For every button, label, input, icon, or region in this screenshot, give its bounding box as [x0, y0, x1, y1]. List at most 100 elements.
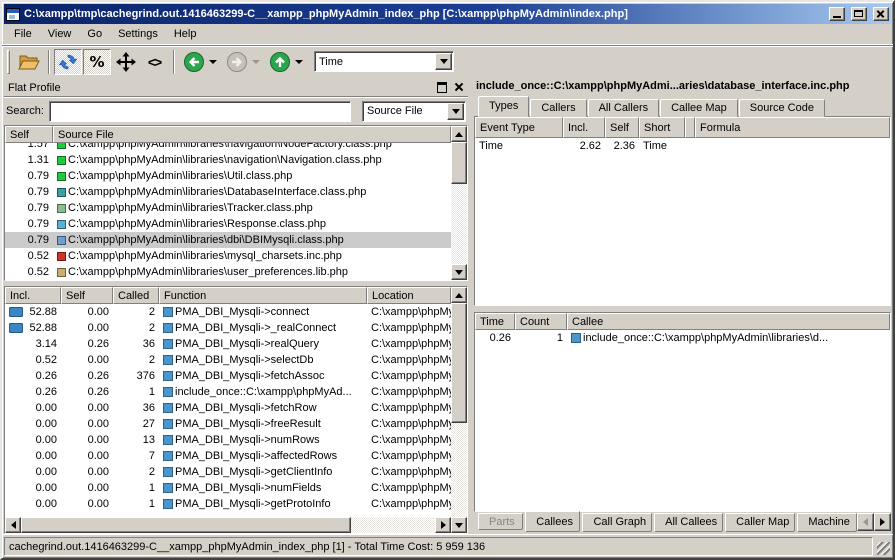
close-button[interactable]	[873, 7, 889, 21]
toolbar-separator	[48, 50, 50, 74]
tab-types[interactable]: Types	[478, 96, 529, 117]
menu-item-help[interactable]: Help	[166, 26, 205, 43]
scrollbar-thumb[interactable]	[451, 303, 467, 423]
table-row[interactable]: 0.000.0013PMA_DBI_Mysqli->numRowsC:\xamp…	[5, 432, 451, 448]
status-message: cachegrind.out.1416463299-C__xampp_phpMy…	[4, 537, 873, 556]
function-table-hscrollbar[interactable]	[5, 517, 451, 533]
table-row[interactable]: 52.880.002PMA_DBI_Mysqli->_realConnectC:…	[5, 320, 451, 336]
tab-callees[interactable]: Callees	[525, 511, 580, 532]
tab-call-graph[interactable]: Call Graph	[582, 513, 652, 532]
table-row[interactable]: 0.52C:\xampp\phpMyAdmin\libraries\user_p…	[5, 264, 451, 280]
menu-item-view[interactable]: View	[40, 26, 80, 43]
column-header[interactable]	[685, 117, 695, 138]
table-row[interactable]: 0.000.0027PMA_DBI_Mysqli->freeResultC:\x…	[5, 416, 451, 432]
back-button[interactable]	[179, 49, 221, 75]
column-header[interactable]: Event Type	[475, 117, 563, 138]
combobox-arrow-button[interactable]	[447, 103, 464, 120]
combobox-arrow-button[interactable]	[435, 53, 452, 70]
table-row[interactable]: 1.57C:\xampp\phpMyAdmin\libraries\naviga…	[5, 143, 451, 152]
menu-item-settings[interactable]: Settings	[110, 26, 166, 43]
column-header[interactable]: Formula	[695, 117, 890, 138]
table-row[interactable]: 0.520.002PMA_DBI_Mysqli->selectDbC:\xamp…	[5, 352, 451, 368]
tab-callee-map[interactable]: Callee Map	[660, 99, 738, 117]
toolbar-handle[interactable]	[7, 50, 10, 74]
column-header[interactable]: Count	[515, 313, 567, 330]
scrollbar-thumb[interactable]	[21, 517, 351, 533]
tab-source-code[interactable]: Source Code	[739, 99, 825, 117]
scroll-up-button[interactable]	[451, 126, 467, 142]
maximize-button[interactable]	[851, 7, 867, 21]
table-row[interactable]: 1.31C:\xampp\phpMyAdmin\libraries\naviga…	[5, 152, 451, 168]
tab-callers[interactable]: Callers	[530, 99, 586, 117]
column-header[interactable]: Incl.	[5, 287, 61, 304]
table-row[interactable]: 0.79C:\xampp\phpMyAdmin\libraries\dbi\DB…	[5, 232, 451, 248]
tab-all-callers[interactable]: All Callers	[588, 99, 660, 117]
reload-button[interactable]	[54, 49, 82, 75]
minimize-button[interactable]	[829, 7, 845, 21]
open-file-button[interactable]	[14, 49, 44, 75]
table-row[interactable]: 0.260.261include_once::C:\xampp\phpMyAd.…	[5, 384, 451, 400]
up-button[interactable]	[265, 49, 307, 75]
table-row[interactable]: 0.261include_once::C:\xampp\phpMyAdmin\l…	[475, 330, 890, 346]
column-header[interactable]: Self	[61, 287, 113, 304]
column-header[interactable]: Short	[639, 117, 685, 138]
expand-areas-button[interactable]	[112, 49, 140, 75]
table-row[interactable]: 0.79C:\xampp\phpMyAdmin\libraries\Tracke…	[5, 200, 451, 216]
tab-caller-map[interactable]: Caller Map	[725, 513, 795, 532]
dock-float-button[interactable]	[435, 81, 449, 94]
column-header[interactable]: Source File	[53, 126, 451, 143]
column-header[interactable]: Incl.	[563, 117, 605, 138]
column-header[interactable]: Time	[475, 313, 515, 330]
table-row[interactable]: 0.000.001PMA_DBI_Mysqli->numFieldsC:\xam…	[5, 480, 451, 496]
table-row[interactable]: 0.000.002PMA_DBI_Mysqli->getClientInfoC:…	[5, 464, 451, 480]
source-file-cell: C:\xampp\phpMyAdmin\libraries\user_prefe…	[53, 266, 451, 278]
event-type-select[interactable]: Time	[314, 51, 454, 72]
scroll-down-button[interactable]	[451, 517, 467, 533]
table-row[interactable]: 52.880.002PMA_DBI_Mysqli->connectC:\xamp…	[5, 304, 451, 320]
location-cell: C:\xampp\phpMy	[367, 370, 451, 382]
up-dropdown-arrow[interactable]	[295, 60, 303, 64]
search-input[interactable]	[49, 101, 351, 122]
menu-item-file[interactable]: File	[6, 26, 40, 43]
scroll-down-button[interactable]	[451, 264, 467, 280]
resize-grip[interactable]	[875, 537, 891, 556]
scroll-up-button[interactable]	[451, 287, 467, 303]
tab-all-callees[interactable]: All Callees	[654, 513, 723, 532]
column-header[interactable]: Self	[5, 126, 53, 143]
column-header[interactable]: Self	[605, 117, 639, 138]
source-table-vscrollbar[interactable]	[451, 126, 467, 280]
self-cost-cell: 0.26	[61, 370, 113, 382]
file-path: C:\xampp\phpMyAdmin\libraries\Tracker.cl…	[68, 202, 313, 214]
back-dropdown-arrow[interactable]	[209, 60, 217, 64]
table-row[interactable]: 0.79C:\xampp\phpMyAdmin\libraries\Respon…	[5, 216, 451, 232]
column-header[interactable]: Function	[159, 287, 367, 304]
table-row[interactable]: 0.52C:\xampp\phpMyAdmin\libraries\mysql_…	[5, 248, 451, 264]
scroll-left-button[interactable]	[5, 517, 21, 533]
tab-parts[interactable]: Parts	[478, 513, 523, 530]
table-row[interactable]: 0.260.26376PMA_DBI_Mysqli->fetchAssocC:\…	[5, 368, 451, 384]
column-header[interactable]: Location	[367, 287, 451, 304]
menu-item-go[interactable]: Go	[79, 26, 110, 43]
table-row[interactable]: Time2.622.36Time	[475, 138, 890, 154]
table-row[interactable]: 0.000.001PMA_DBI_Mysqli->getProtoInfoC:\…	[5, 496, 451, 512]
column-header[interactable]: Called	[113, 287, 159, 304]
scrollbar-thumb[interactable]	[451, 142, 467, 184]
file-path: C:\xampp\phpMyAdmin\libraries\Util.class…	[68, 170, 292, 182]
types-list: Time2.622.36Time	[475, 138, 890, 305]
scroll-right-button[interactable]	[435, 517, 451, 533]
table-row[interactable]: 3.140.2636PMA_DBI_Mysqli->realQueryC:\xa…	[5, 336, 451, 352]
cycle-detection-button[interactable]: <>	[141, 49, 169, 75]
table-row[interactable]: 0.000.0036PMA_DBI_Mysqli->fetchRowC:\xam…	[5, 400, 451, 416]
dock-close-button[interactable]	[452, 81, 466, 94]
column-header[interactable]: Callee	[567, 313, 890, 330]
tabs-scroll-right-button[interactable]	[874, 513, 891, 531]
location-cell: C:\xampp\phpMy	[367, 354, 451, 366]
relative-percent-toggle[interactable]: %	[83, 49, 111, 75]
titlebar[interactable]: C:\xampp\tmp\cachegrind.out.1416463299-C…	[4, 4, 891, 24]
function-table-vscrollbar[interactable]	[451, 287, 467, 533]
table-row[interactable]: 0.000.007PMA_DBI_Mysqli->affectedRowsC:\…	[5, 448, 451, 464]
table-row[interactable]: 0.79C:\xampp\phpMyAdmin\libraries\Util.c…	[5, 168, 451, 184]
table-row[interactable]: 0.79C:\xampp\phpMyAdmin\libraries\Databa…	[5, 184, 451, 200]
tab-machine[interactable]: Machine	[797, 513, 857, 532]
grouping-select[interactable]: Source File	[362, 101, 466, 122]
